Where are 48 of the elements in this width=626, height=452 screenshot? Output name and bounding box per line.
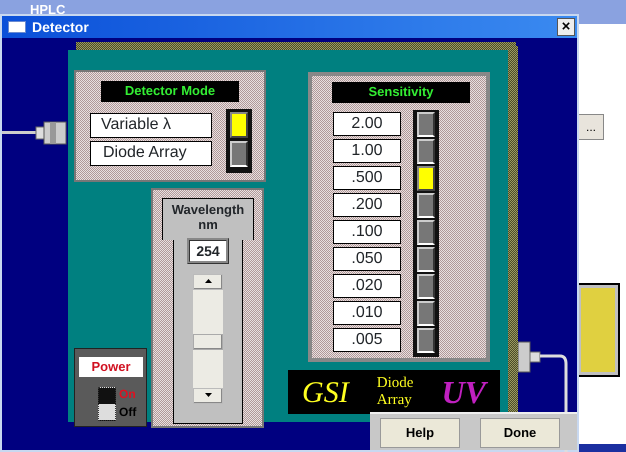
scroll-up-button[interactable] bbox=[193, 274, 223, 290]
tube-connector-drawing bbox=[2, 120, 68, 146]
toggle-switch[interactable] bbox=[417, 112, 435, 137]
background-window-title: HPLC bbox=[30, 1, 66, 19]
window-icon bbox=[8, 21, 26, 33]
unit-label: nm bbox=[197, 217, 219, 232]
option-label: .200 bbox=[333, 193, 401, 217]
window-title: Detector bbox=[32, 18, 89, 36]
up-arrow-icon bbox=[204, 279, 212, 284]
wavelength-field[interactable]: 254 bbox=[187, 238, 229, 264]
scrollbar-thumb[interactable] bbox=[193, 334, 223, 350]
close-button[interactable]: × bbox=[557, 18, 575, 36]
option-label: .050 bbox=[333, 247, 401, 271]
toggle-switch[interactable] bbox=[417, 328, 435, 353]
off-label: Off bbox=[119, 404, 136, 421]
toggle-switch[interactable] bbox=[417, 139, 435, 164]
toggle-switch[interactable] bbox=[417, 220, 435, 245]
toggle-switch[interactable] bbox=[417, 247, 435, 272]
option-label: Variable λ bbox=[90, 113, 212, 138]
option-label: .500 bbox=[333, 166, 401, 190]
option-label: .005 bbox=[333, 328, 401, 352]
panel-label: Sensitivity bbox=[332, 82, 470, 103]
option-label: Diode Array bbox=[90, 141, 212, 166]
logo-text: Array bbox=[376, 392, 413, 409]
on-label: On bbox=[119, 386, 136, 403]
option-label: .100 bbox=[333, 220, 401, 244]
logo-suffix: UV bbox=[441, 368, 486, 416]
help-button[interactable]: Help bbox=[380, 418, 460, 448]
toggle-switch[interactable] bbox=[417, 166, 435, 191]
option-label: 2.00 bbox=[333, 112, 401, 136]
power-label: Power bbox=[79, 357, 143, 377]
toggle-switch[interactable] bbox=[230, 112, 248, 138]
toggle-switch[interactable] bbox=[417, 274, 435, 299]
panel-label: Detector Mode bbox=[101, 81, 239, 102]
brand-logo: GSI bbox=[302, 374, 349, 410]
done-button[interactable]: Done bbox=[480, 418, 560, 448]
option-label: 1.00 bbox=[333, 139, 401, 163]
option-label: .020 bbox=[333, 274, 401, 298]
browse-button[interactable]: ... bbox=[578, 114, 604, 140]
wavelength-label: Wavelength bbox=[170, 202, 246, 217]
toggle-switch[interactable] bbox=[417, 301, 435, 326]
toggle-switch[interactable] bbox=[230, 141, 248, 167]
power-switch[interactable] bbox=[98, 387, 116, 421]
option-label: .010 bbox=[333, 301, 401, 325]
toggle-switch[interactable] bbox=[417, 193, 435, 218]
scroll-down-button[interactable] bbox=[193, 388, 223, 404]
logo-text: Diode bbox=[376, 375, 414, 392]
down-arrow-icon bbox=[204, 393, 212, 398]
